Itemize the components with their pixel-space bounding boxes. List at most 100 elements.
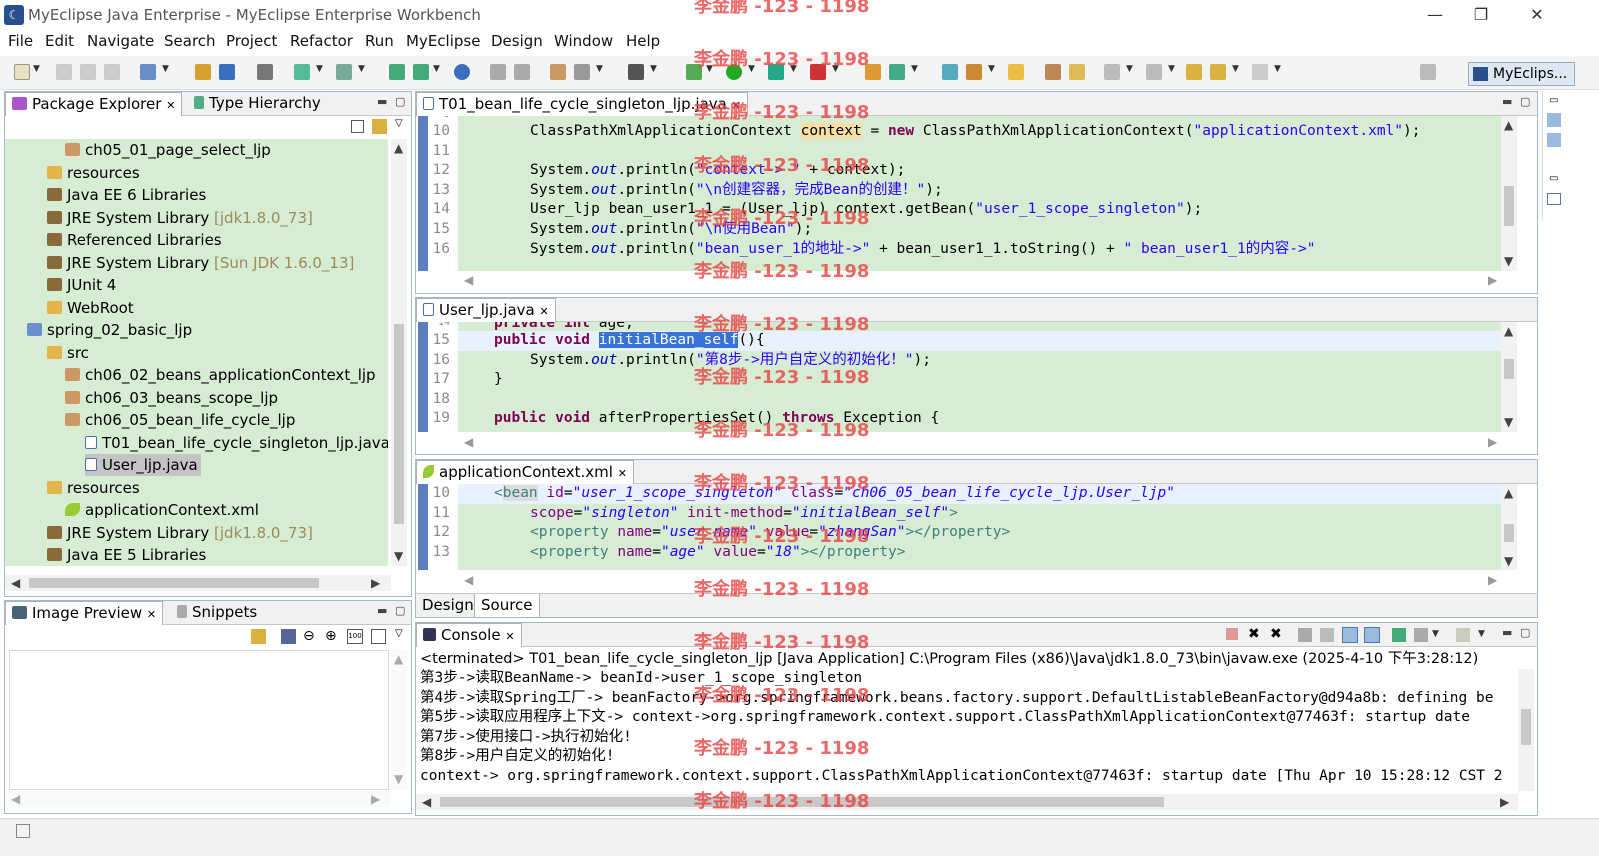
scroll-lock-icon[interactable]: [1320, 628, 1334, 642]
view-menu-icon[interactable]: ▽: [395, 118, 403, 129]
close-button[interactable]: ✕: [1522, 4, 1552, 26]
tree-item[interactable]: src: [47, 342, 89, 364]
show-on-output-icon[interactable]: [1342, 627, 1358, 643]
scroll-up-icon[interactable]: ▲: [394, 141, 403, 155]
new-icon[interactable]: [14, 64, 30, 80]
menu-project[interactable]: Project: [226, 32, 277, 50]
chevron-down-icon[interactable]: ▼: [162, 64, 169, 74]
maximize-icon[interactable]: ▢: [395, 95, 405, 108]
scroll-left-icon[interactable]: ◀: [464, 573, 473, 587]
chevron-down-icon[interactable]: ▼: [596, 64, 603, 74]
minimize-button[interactable]: —: [1420, 4, 1450, 26]
actual-size-icon[interactable]: 100: [347, 629, 363, 644]
code-text[interactable]: private int age; public void initialBean…: [458, 322, 1501, 432]
tree-item[interactable]: ch06_03_beans_scope_ljp: [65, 387, 278, 409]
next-annotation-icon[interactable]: [1104, 64, 1120, 80]
scroll-down-icon[interactable]: ▼: [1504, 415, 1513, 429]
pin-console-icon[interactable]: [1392, 628, 1406, 642]
save-all-icon[interactable]: [80, 64, 96, 80]
perspective-switcher[interactable]: MyEclips...: [1468, 62, 1575, 86]
tree-item[interactable]: JRE System Library [Sun JDK 1.6.0_13]: [47, 252, 354, 274]
restore-icon[interactable]: ▭: [1549, 95, 1558, 106]
bookmark-icon[interactable]: [1045, 64, 1061, 80]
back-history-icon[interactable]: [490, 64, 506, 80]
tree-item[interactable]: ch06_02_beans_applicationContext_ljp: [65, 364, 376, 386]
collapse-all-icon[interactable]: [351, 120, 364, 133]
save-icon[interactable]: [56, 64, 72, 80]
console-vertical-scrollbar[interactable]: [1518, 669, 1534, 791]
editor2-horizontal-scrollbar[interactable]: ◀ ▶: [458, 434, 1501, 450]
scroll-left-icon[interactable]: ◀: [422, 795, 431, 809]
tab-image-preview[interactable]: Image Preview ✕: [5, 601, 164, 625]
tab-type-hierarchy[interactable]: Type Hierarchy: [188, 92, 327, 116]
link-icon[interactable]: [251, 629, 266, 644]
deploy-icon[interactable]: [219, 64, 235, 80]
scroll-up-icon[interactable]: ▲: [394, 652, 403, 666]
tab-user-java[interactable]: User_ljp.java ✕: [416, 298, 556, 322]
restore-icon[interactable]: ▭: [1549, 173, 1558, 184]
remove-launch-icon[interactable]: ✖: [1248, 626, 1260, 642]
open-perspective-icon[interactable]: [1420, 64, 1436, 80]
task-icon[interactable]: [550, 64, 566, 80]
scroll-thumb[interactable]: [1504, 359, 1514, 379]
new-project-icon[interactable]: [140, 64, 156, 80]
code-area[interactable]: 10 11 12 13 <bean id="user_1_scope_singl…: [416, 484, 1501, 570]
maximize-icon[interactable]: ▢: [1520, 95, 1530, 108]
camera-icon[interactable]: [628, 64, 644, 80]
editor3-horizontal-scrollbar[interactable]: ◀ ▶: [458, 572, 1501, 588]
tree-item[interactable]: Java EE 5 Libraries: [47, 544, 206, 566]
editor3-vertical-scrollbar[interactable]: ▲ ▼: [1501, 484, 1517, 570]
back-arrow-icon[interactable]: [1210, 64, 1226, 80]
tree-item-selected[interactable]: User_ljp.java: [85, 454, 201, 476]
tree-item[interactable]: T01_bean_life_cycle_singleton_ljp.java: [85, 432, 388, 454]
scroll-thumb[interactable]: [1521, 709, 1531, 745]
chevron-down-icon[interactable]: ▼: [1232, 64, 1239, 74]
scroll-right-icon[interactable]: ▶: [1488, 273, 1497, 287]
zoom-in-icon[interactable]: ⊕: [325, 628, 337, 644]
chevron-down-icon[interactable]: ▼: [358, 64, 365, 74]
menu-refactor[interactable]: Refactor: [290, 32, 353, 50]
tree-item[interactable]: WebRoot: [47, 297, 134, 319]
maximize-icon[interactable]: ▢: [1520, 626, 1530, 639]
scroll-right-icon[interactable]: ▶: [1488, 573, 1497, 587]
console-output[interactable]: 第3步->读取BeanName-> beanId->user_1_scope_s…: [420, 669, 1516, 789]
minimize-icon[interactable]: ▬: [1502, 95, 1512, 108]
chevron-down-icon[interactable]: ▼: [988, 64, 995, 74]
menu-design[interactable]: Design: [491, 32, 543, 50]
scroll-down-icon[interactable]: ▼: [1504, 554, 1513, 568]
scroll-down-icon[interactable]: ▼: [394, 772, 403, 786]
pen-icon[interactable]: [966, 64, 982, 80]
clear-console-icon[interactable]: [1298, 628, 1312, 642]
explorer-horizontal-scrollbar[interactable]: ◀ ▶: [5, 575, 391, 591]
chevron-down-icon[interactable]: ▼: [650, 64, 657, 74]
tree-item[interactable]: spring_02_basic_ljp: [27, 319, 192, 341]
chevron-down-icon[interactable]: ▼: [1126, 64, 1133, 74]
close-icon[interactable]: ✕: [166, 99, 175, 112]
scroll-right-icon[interactable]: ▶: [1500, 795, 1509, 809]
package-icon[interactable]: [195, 64, 211, 80]
tab-console[interactable]: Console ✕: [416, 623, 522, 647]
scroll-left-icon[interactable]: ◀: [464, 273, 473, 287]
scroll-thumb[interactable]: [29, 578, 319, 588]
tree-item[interactable]: JRE System Library [jdk1.8.0_73]: [47, 207, 313, 229]
editor1-vertical-scrollbar[interactable]: ▲ ▼: [1501, 116, 1517, 271]
tree-item[interactable]: JUnit 4: [47, 274, 116, 296]
view-menu-icon[interactable]: ▽: [395, 628, 403, 639]
scroll-down-icon[interactable]: ▼: [1504, 254, 1513, 268]
scroll-down-icon[interactable]: ▼: [394, 549, 403, 563]
fit-window-icon[interactable]: [371, 629, 386, 644]
menu-run[interactable]: Run: [365, 32, 394, 50]
console-horizontal-scrollbar[interactable]: ◀ ▶: [416, 794, 1518, 810]
chevron-down-icon[interactable]: ▼: [1432, 629, 1439, 639]
menu-edit[interactable]: Edit: [45, 32, 74, 50]
tab-application-context-xml[interactable]: applicationContext.xml ✕: [416, 460, 634, 484]
link-editor-icon[interactable]: [372, 119, 387, 134]
tree-item[interactable]: ch05_01_page_select_ljp: [65, 139, 271, 161]
scroll-up-icon[interactable]: ▲: [1504, 324, 1513, 338]
preview-horizontal-scrollbar[interactable]: ◀ ▶: [5, 791, 391, 807]
chevron-down-icon[interactable]: ▼: [911, 64, 918, 74]
close-icon[interactable]: ✕: [147, 608, 156, 621]
menu-help[interactable]: Help: [626, 32, 660, 50]
tree-item[interactable]: JRE System Library [jdk1.8.0_73]: [47, 522, 313, 544]
annotation-icon[interactable]: [1069, 64, 1085, 80]
